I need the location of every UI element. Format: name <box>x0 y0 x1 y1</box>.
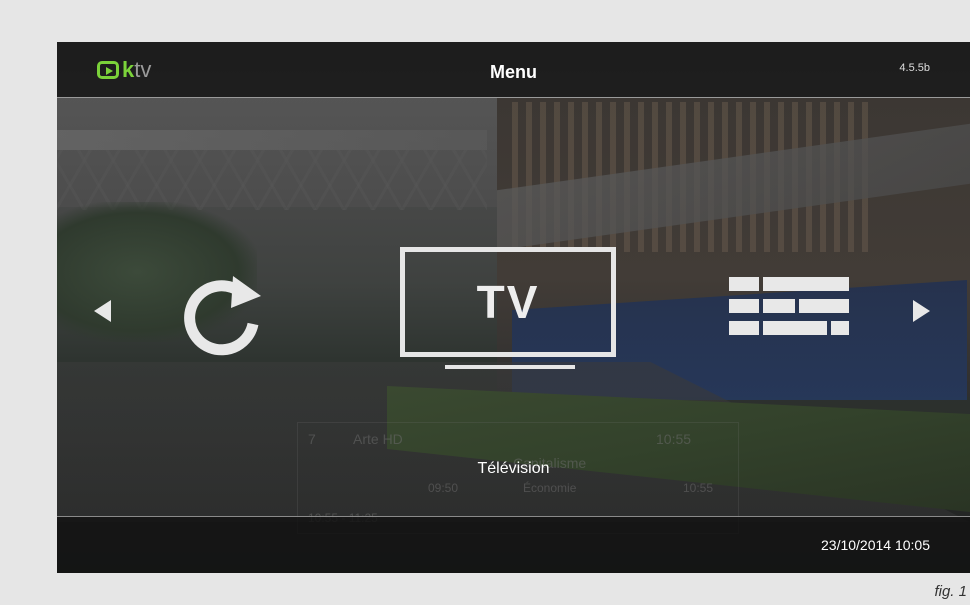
ghost-program-time: 10:55 <box>656 431 692 447</box>
chevron-left-icon[interactable] <box>94 300 111 322</box>
ghost-program-end: 10:55 <box>683 481 714 495</box>
figure-caption: fig. 1 <box>934 583 967 600</box>
tv-screen: 7 Arte HD 10:55 Capitalisme 09:50 Économ… <box>57 42 970 573</box>
background-canopy <box>57 130 487 150</box>
date-time: 23/10/2014 10:05 <box>821 537 930 553</box>
menu-item-tv[interactable]: TV <box>400 247 616 357</box>
version-label: 4.5.5b <box>899 62 930 74</box>
background-truss <box>57 150 487 210</box>
chevron-right-icon[interactable] <box>913 300 930 322</box>
tv-label: TV <box>476 276 540 328</box>
bottom-bar: 23/10/2014 10:05 <box>57 516 970 573</box>
ghost-program-category: Économie <box>523 481 577 495</box>
menu-item-guide[interactable] <box>729 277 853 339</box>
top-bar: k tv Menu 4.5.5b <box>57 42 970 98</box>
ghost-channel-name: Arte HD <box>353 431 403 447</box>
selection-indicator <box>445 365 575 369</box>
page-title: Menu <box>490 62 537 82</box>
selected-item-caption: Télévision <box>477 460 550 477</box>
ghost-time-end: 09:50 <box>428 481 459 495</box>
menu-item-refresh[interactable] <box>181 272 271 362</box>
ghost-channel-number: 7 <box>308 431 316 447</box>
guide-icon <box>729 277 849 335</box>
refresh-icon <box>184 276 261 356</box>
